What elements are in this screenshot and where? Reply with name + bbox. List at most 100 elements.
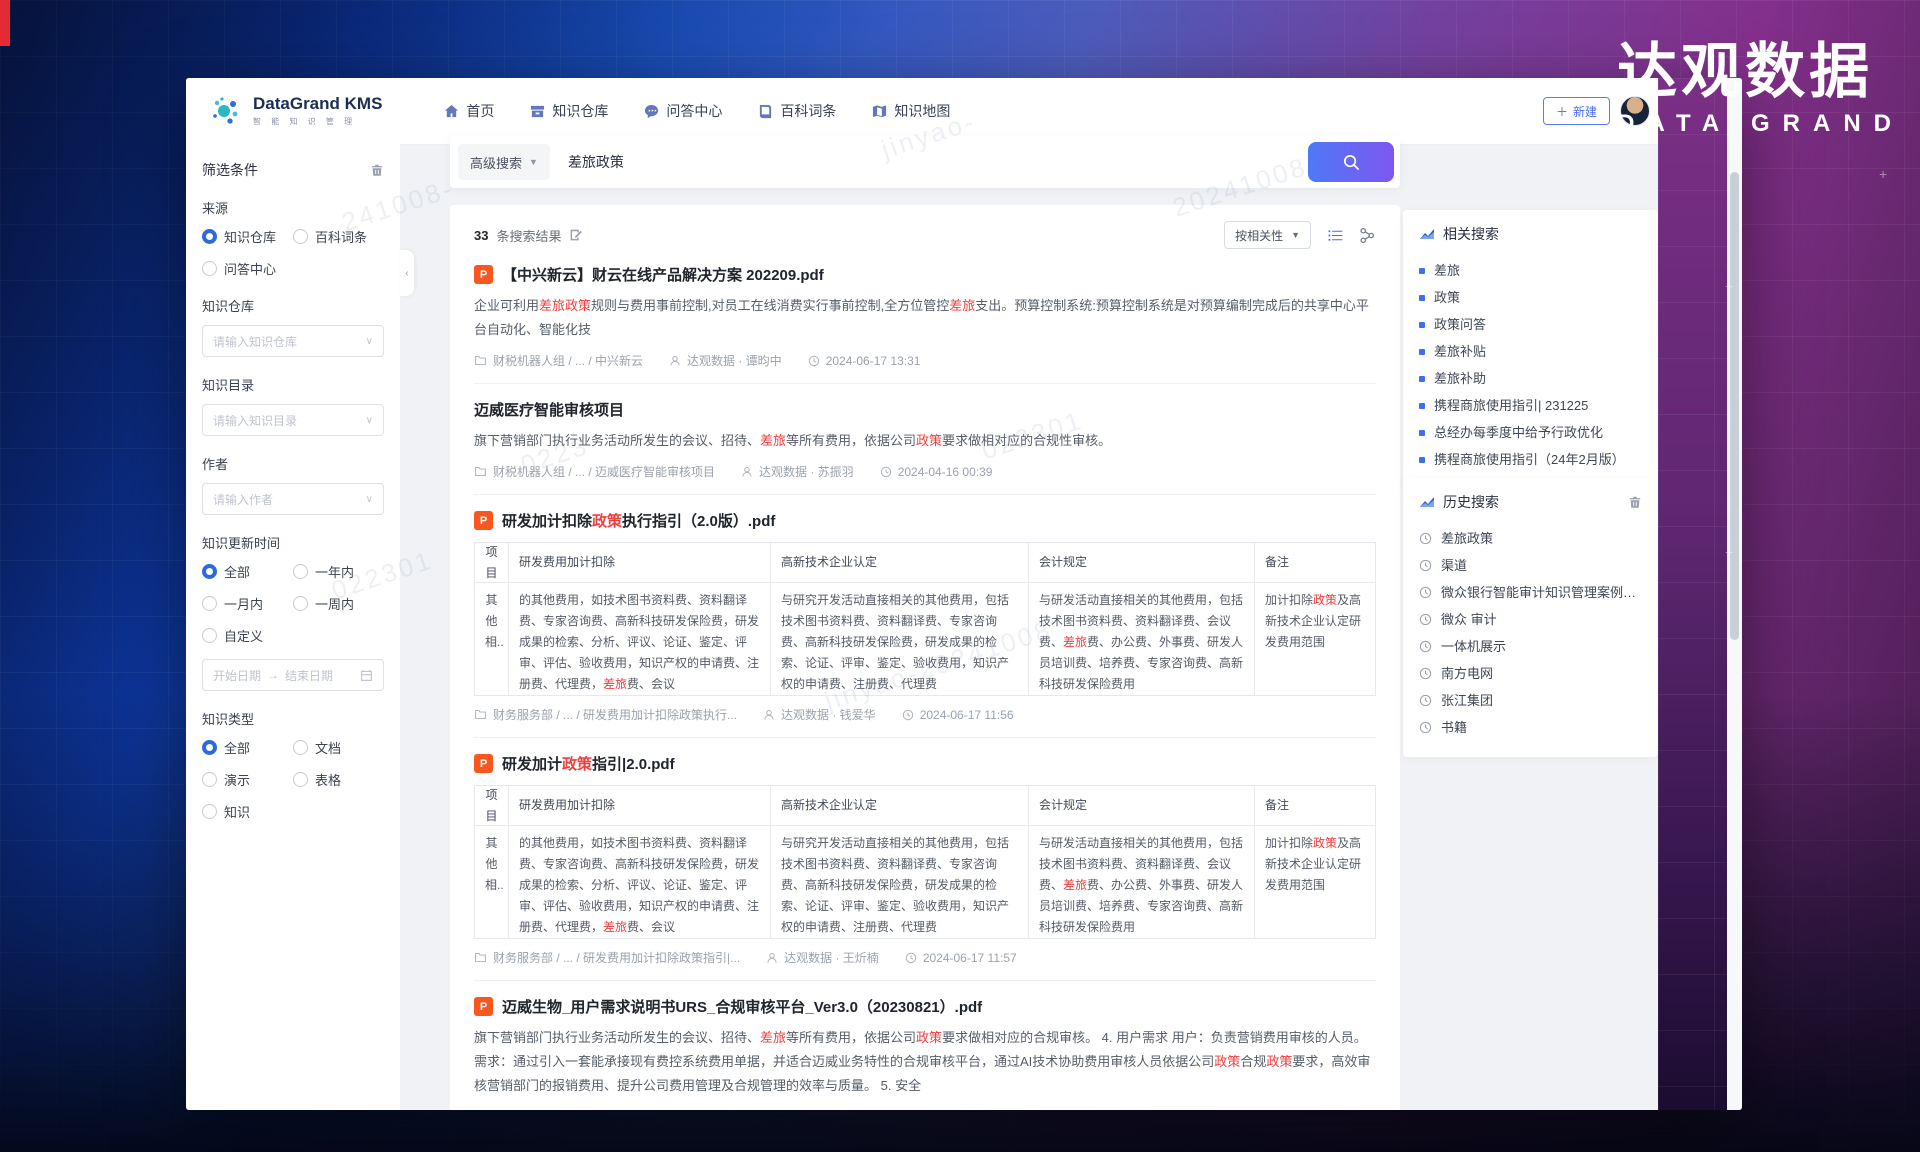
radio-label: 表格 bbox=[315, 770, 341, 789]
radio-dot bbox=[293, 229, 308, 244]
table-cell: 与研发活动直接相关的其他费用，包括技术图书资料费、资料翻译费、会议费、差旅费、办… bbox=[1029, 826, 1255, 938]
radio-dot bbox=[202, 229, 217, 244]
graph-view-icon[interactable] bbox=[1359, 227, 1376, 244]
window-scrollbar[interactable] bbox=[1727, 78, 1742, 1110]
history-search-item[interactable]: 南方电网 bbox=[1419, 660, 1642, 687]
radio-dot bbox=[293, 564, 308, 579]
result-title[interactable]: P 迈威生物_用户需求说明书URS_合规审核平台_Ver3.0（20230821… bbox=[474, 996, 1376, 1017]
table-cell: 与研究开发活动直接相关的其他费用，包括技术图书资料费、资料翻译费、专家咨询费、高… bbox=[771, 826, 1029, 938]
history-search-item[interactable]: 微众银行智能审计知识管理案例_2023080... bbox=[1419, 579, 1642, 606]
nav-item-label: 知识仓库 bbox=[552, 101, 608, 121]
radio-type-all[interactable]: 全部 bbox=[202, 738, 293, 757]
result-title[interactable]: 迈威医疗智能审核项目 bbox=[474, 399, 1376, 420]
sidebar-collapse-handle[interactable]: ‹ bbox=[400, 250, 414, 296]
result-title[interactable]: P 研发加计扣除政策执行指引（2.0版）.pdf bbox=[474, 510, 1376, 531]
search-button[interactable] bbox=[1308, 142, 1394, 182]
table-cell: 的其他费用，如技术图书资料费、资料翻译费、专家咨询费、高新科技研发保险费，研发成… bbox=[509, 826, 771, 938]
advanced-search-label: 高级搜索 bbox=[470, 153, 522, 172]
radio-type-knowledge[interactable]: 知识 bbox=[202, 802, 293, 821]
radio-label: 文档 bbox=[315, 738, 341, 757]
related-search-item[interactable]: 差旅补贴 bbox=[1419, 338, 1642, 365]
clear-filters-icon[interactable] bbox=[370, 163, 384, 177]
history-search-item[interactable]: 一体机展示 bbox=[1419, 633, 1642, 660]
result-path: 财税机器人组 / ... / 迈威医疗智能审核项目 bbox=[474, 1108, 715, 1110]
sort-select[interactable]: 按相关性 ▼ bbox=[1224, 221, 1311, 249]
result-meta: 财税机器人组 / ... / 迈威医疗智能审核项目 达观数据 · 苏振羽 202… bbox=[474, 1108, 1376, 1110]
chevron-down-icon: ∨ bbox=[366, 415, 373, 426]
history-search-item[interactable]: 书籍 bbox=[1419, 714, 1642, 741]
nav-item-knowledge-map[interactable]: 知识地图 bbox=[872, 101, 950, 121]
result-author: 达观数据 · 苏振羽 bbox=[741, 1108, 854, 1110]
clock-icon bbox=[1419, 613, 1432, 626]
date-range-input[interactable]: 开始日期 → 结束日期 bbox=[202, 659, 384, 691]
results-tools: 按相关性 ▼ bbox=[1224, 221, 1376, 249]
clear-history-icon[interactable] bbox=[1628, 495, 1642, 509]
history-search-item[interactable]: 渠道 bbox=[1419, 552, 1642, 579]
search-input[interactable] bbox=[550, 154, 1308, 170]
person-icon bbox=[741, 466, 753, 478]
results-count-number: 33 bbox=[474, 228, 488, 243]
radio-label: 一周内 bbox=[315, 594, 354, 613]
radio-time-month[interactable]: 一月内 bbox=[202, 594, 293, 613]
radio-source-repo[interactable]: 知识仓库 bbox=[202, 227, 293, 246]
related-search-item[interactable]: 差旅 bbox=[1419, 257, 1642, 284]
result-title-text: 研发加计扣除政策执行指引（2.0版）.pdf bbox=[502, 510, 775, 531]
plus-icon: ＋ bbox=[1556, 103, 1568, 120]
scrollbar-thumb[interactable] bbox=[1730, 172, 1739, 640]
radio-source-wiki[interactable]: 百科词条 bbox=[293, 227, 384, 246]
app-logo[interactable]: DataGrand KMS 智 能 知 识 管 理 bbox=[210, 94, 382, 128]
radio-time-year[interactable]: 一年内 bbox=[293, 562, 384, 581]
result-author: 达观数据 · 谭昀中 bbox=[669, 352, 782, 369]
result-title[interactable]: P 【中兴新云】财云在线产品解决方案 202209.pdf bbox=[474, 264, 1376, 285]
repo-select[interactable]: 请输入知识仓库 ∨ bbox=[202, 325, 384, 357]
result-meta: 财务服务部 / ... / 研发费用加计扣除政策执行... 达观数据 · 钱爱华… bbox=[474, 706, 1376, 723]
new-button[interactable]: ＋ 新建 bbox=[1543, 97, 1610, 125]
user-avatar[interactable] bbox=[1620, 96, 1650, 126]
export-report-icon[interactable] bbox=[569, 228, 583, 242]
bullet-icon bbox=[1419, 403, 1425, 409]
radio-label: 全部 bbox=[224, 562, 250, 581]
bullet-icon bbox=[1419, 295, 1425, 301]
radio-label: 自定义 bbox=[224, 626, 263, 645]
history-search-item[interactable]: 微众 审计 bbox=[1419, 606, 1642, 633]
related-search-item[interactable]: 政策 bbox=[1419, 284, 1642, 311]
author-label: 作者 bbox=[202, 454, 384, 473]
clock-icon bbox=[880, 466, 892, 478]
nav-item-knowledge-repo[interactable]: 知识仓库 bbox=[530, 101, 608, 121]
time-options: 全部 一年内 一月内 一周内 自定义 bbox=[202, 562, 384, 645]
clock-icon bbox=[1419, 586, 1432, 599]
result-path: 财税机器人组 / ... / 迈威医疗智能审核项目 bbox=[474, 463, 715, 480]
radio-time-custom[interactable]: 自定义 bbox=[202, 626, 293, 645]
table-cell: 加计扣除政策及高新技术企业认定研发费用范围 bbox=[1255, 583, 1376, 695]
nav-item-home[interactable]: 首页 bbox=[444, 101, 494, 121]
new-button-label: 新建 bbox=[1573, 103, 1597, 120]
related-search-item[interactable]: 差旅补助 bbox=[1419, 365, 1642, 392]
radio-type-document[interactable]: 文档 bbox=[293, 738, 384, 757]
chart-icon bbox=[1419, 226, 1435, 242]
nav-item-wiki[interactable]: 百科词条 bbox=[758, 101, 836, 121]
related-search-item[interactable]: 携程商旅使用指引（24年2月版） bbox=[1419, 446, 1642, 473]
radio-type-sheet[interactable]: 表格 bbox=[293, 770, 384, 789]
related-search-item[interactable]: 携程商旅使用指引| 231225 bbox=[1419, 392, 1642, 419]
result-title[interactable]: P 研发加计政策指引|2.0.pdf bbox=[474, 753, 1376, 774]
catalog-select[interactable]: 请输入知识目录 ∨ bbox=[202, 404, 384, 436]
table-corner-cell: 项目 bbox=[475, 543, 509, 583]
sort-label: 按相关性 bbox=[1235, 227, 1283, 244]
advanced-search-button[interactable]: 高级搜索 ▼ bbox=[458, 144, 550, 180]
nav-item-qa-center[interactable]: 问答中心 bbox=[644, 101, 722, 121]
clock-icon bbox=[1419, 694, 1432, 707]
radio-source-qa[interactable]: 问答中心 bbox=[202, 259, 293, 278]
radio-dot bbox=[202, 628, 217, 643]
related-search-item[interactable]: 总经办每季度中给予行政优化 bbox=[1419, 419, 1642, 446]
list-view-icon[interactable] bbox=[1327, 227, 1344, 244]
history-search-item[interactable]: 差旅政策 bbox=[1419, 525, 1642, 552]
logo-title: DataGrand KMS bbox=[253, 95, 382, 114]
radio-time-week[interactable]: 一周内 bbox=[293, 594, 384, 613]
radio-type-slides[interactable]: 演示 bbox=[202, 770, 293, 789]
history-search-item[interactable]: 张江集团 bbox=[1419, 687, 1642, 714]
related-search-item[interactable]: 政策问答 bbox=[1419, 311, 1642, 338]
bullet-icon bbox=[1419, 457, 1425, 463]
author-select[interactable]: 请输入作者 ∨ bbox=[202, 483, 384, 515]
radio-time-all[interactable]: 全部 bbox=[202, 562, 293, 581]
results-header: 33 条搜索结果 按相关性 ▼ bbox=[474, 221, 1376, 249]
